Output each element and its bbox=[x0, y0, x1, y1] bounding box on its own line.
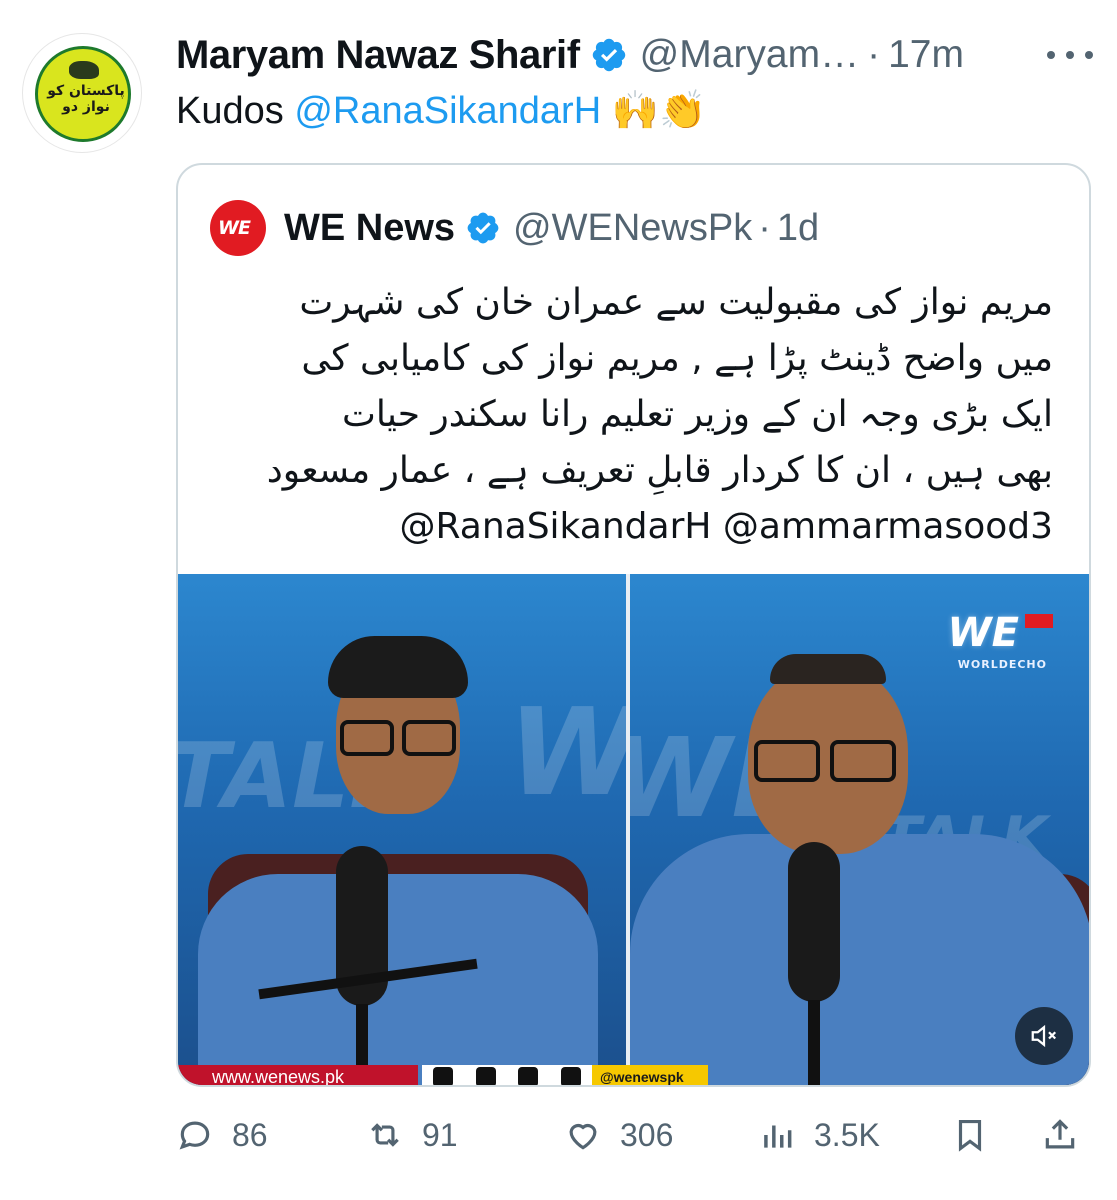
like-button[interactable]: 306 bbox=[564, 1110, 673, 1160]
x-icon bbox=[518, 1067, 539, 1085]
video-lower-third: www.wenews.pk @wenewspk bbox=[178, 1065, 1089, 1085]
background-text: WE bbox=[508, 684, 626, 823]
glasses bbox=[402, 720, 456, 756]
social-icons bbox=[422, 1065, 592, 1085]
video-url-text: www.wenews.pk bbox=[178, 1065, 418, 1085]
avatar-text: پاکستان کو نواز دو bbox=[47, 83, 125, 115]
video-handle-text: @wenewspk bbox=[592, 1065, 708, 1085]
views-chart-icon bbox=[764, 1125, 792, 1148]
video-player[interactable]: TALK WE WE TALK WE WORLDECHO bbox=[178, 574, 1089, 1085]
reply-count: 86 bbox=[232, 1116, 268, 1153]
reply-icon bbox=[179, 1121, 210, 1150]
author-avatar[interactable]: پاکستان کو نواز دو bbox=[22, 33, 142, 153]
quoted-post-time[interactable]: 1d bbox=[777, 207, 819, 250]
glasses bbox=[830, 740, 896, 782]
share-icon bbox=[1045, 1119, 1075, 1149]
repost-icon bbox=[371, 1123, 399, 1147]
reply-button[interactable]: 86 bbox=[176, 1110, 268, 1160]
tweet-text: Kudos @RanaSikandarH 🙌👏 bbox=[176, 86, 706, 136]
share-button[interactable] bbox=[1041, 1110, 1097, 1160]
quoted-mentions[interactable]: @RanaSikandarH @ammarmasood3 bbox=[193, 499, 1053, 555]
quoted-text-line: بھی ہیں ، ان کا کردار قابلِ تعریف ہے ، ع… bbox=[266, 450, 1053, 491]
emoji: 🙌👏 bbox=[611, 90, 707, 132]
youtube-icon bbox=[475, 1067, 496, 1085]
channel-logo: WE bbox=[947, 610, 1019, 656]
person-hair bbox=[770, 654, 886, 684]
quoted-text-line: ایک بڑی وجہ ان کے وزیر تعلیم رانا سکندر … bbox=[341, 394, 1053, 435]
repost-button[interactable]: 91 bbox=[366, 1110, 458, 1160]
post-time[interactable]: 17m bbox=[888, 33, 964, 77]
quoted-author-avatar[interactable]: WE bbox=[210, 200, 266, 256]
person-shirt bbox=[198, 874, 598, 1085]
tweet-text-prefix: Kudos bbox=[176, 90, 295, 132]
channel-logo-sub: WORLDECHO bbox=[957, 658, 1047, 671]
quoted-author-handle[interactable]: @WENewsPk bbox=[513, 207, 752, 250]
heart-icon bbox=[569, 1123, 597, 1150]
like-count: 306 bbox=[620, 1116, 674, 1153]
quoted-author-name[interactable]: WE News bbox=[284, 207, 455, 250]
person-hair bbox=[328, 636, 468, 698]
author-handle[interactable]: @Maryam… bbox=[640, 33, 859, 77]
quoted-tweet-header: WE WE News @WENewsPk · 1d bbox=[210, 200, 819, 256]
facebook-icon bbox=[433, 1067, 454, 1085]
quoted-tweet[interactable]: WE WE News @WENewsPk · 1d مریم نواز کی م… bbox=[176, 163, 1091, 1087]
repost-count: 91 bbox=[422, 1116, 458, 1153]
microphone bbox=[788, 842, 840, 1002]
video-left-panel: TALK WE bbox=[178, 574, 626, 1085]
channel-tag bbox=[1025, 614, 1053, 628]
mention-link[interactable]: @RanaSikandarH bbox=[294, 90, 601, 132]
mute-button[interactable] bbox=[1015, 1007, 1073, 1065]
quoted-text-line: میں واضح ڈینٹ پڑا ہے , مریم نواز کی کامی… bbox=[301, 338, 1053, 379]
quoted-tweet-text: مریم نواز کی مقبولیت سے عمران خان کی شہر… bbox=[193, 275, 1053, 555]
action-bar: 86 91 306 3.5K bbox=[176, 1110, 1091, 1160]
verified-badge-icon bbox=[592, 38, 625, 72]
views-button[interactable]: 3.5K bbox=[758, 1110, 880, 1160]
glasses bbox=[754, 740, 820, 782]
dot-separator: · bbox=[867, 33, 881, 76]
video-right-panel: WE TALK WE WORLDECHO bbox=[630, 574, 1089, 1085]
lion-icon bbox=[69, 61, 99, 79]
verified-badge-icon bbox=[467, 212, 499, 244]
tweet-header: Maryam Nawaz Sharif @Maryam… · 17m bbox=[176, 30, 964, 80]
bookmark-button[interactable] bbox=[951, 1110, 1007, 1160]
views-count: 3.5K bbox=[814, 1116, 880, 1153]
avatar-logo: پاکستان کو نواز دو bbox=[35, 46, 131, 142]
bookmark-icon bbox=[958, 1119, 982, 1152]
speaker-muted-icon bbox=[1031, 1024, 1057, 1048]
instagram-icon bbox=[560, 1067, 581, 1085]
dot-separator: · bbox=[758, 206, 771, 249]
glasses bbox=[340, 720, 394, 756]
quoted-text-line: مریم نواز کی مقبولیت سے عمران خان کی شہر… bbox=[299, 282, 1053, 323]
author-name[interactable]: Maryam Nawaz Sharif bbox=[176, 33, 580, 78]
more-options-icon[interactable] bbox=[1047, 40, 1093, 70]
